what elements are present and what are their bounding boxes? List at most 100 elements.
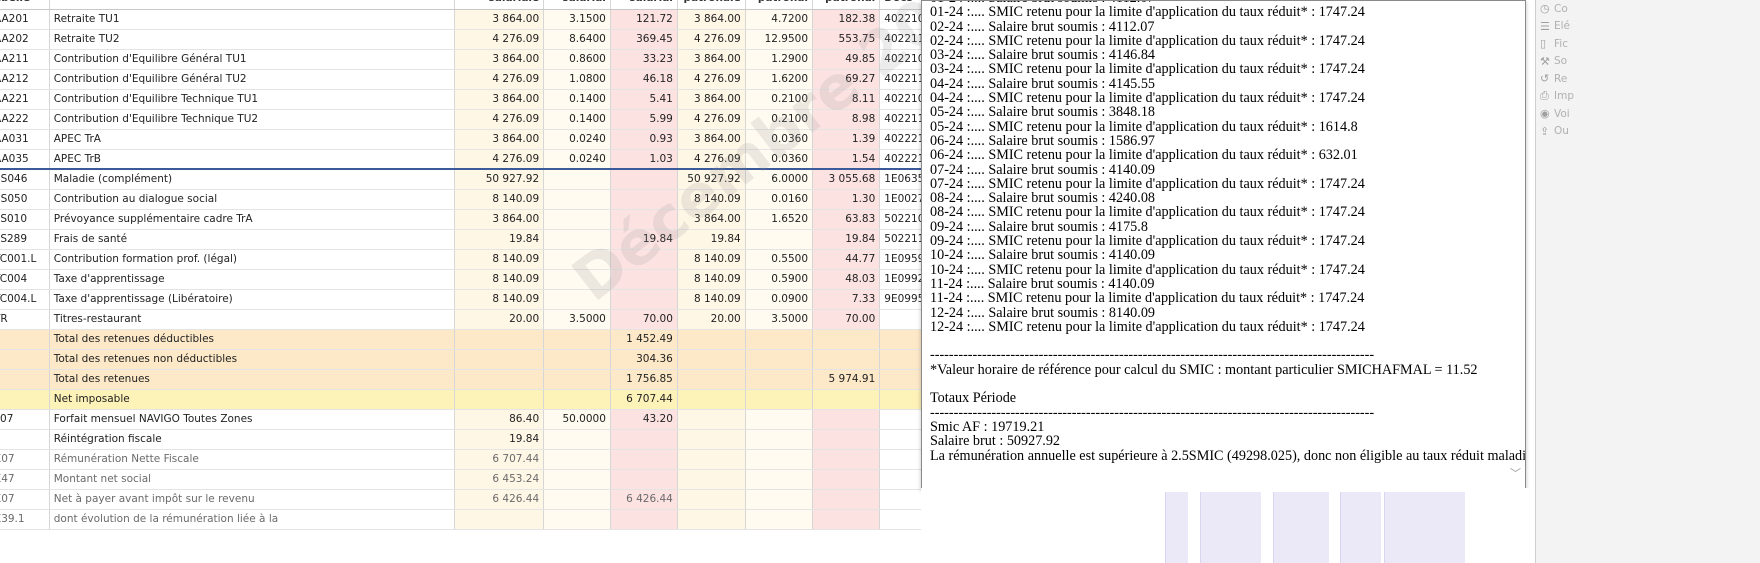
planning-cell[interactable] (1165, 492, 1188, 563)
calculation-detail-popup[interactable]: 01-24 :.... Salaire brut soumis : 4112.0… (921, 0, 1526, 490)
cell-code: X07 (0, 489, 50, 510)
table-row[interactable]: Total des retenues non déductibles 304.36 (0, 349, 1024, 370)
panel-action-item[interactable]: ⚒ So (1536, 53, 1760, 71)
table-row[interactable]: AA202Retraite TU24 276.098.6400369.454 2… (0, 29, 1024, 50)
cell-label: APEC TrA (49, 129, 455, 150)
cell-base: 8 140.09 (454, 189, 545, 210)
cell-amount (610, 509, 678, 530)
cell-amount: 1 452.49 (610, 329, 678, 350)
cell-base: 8 140.09 (454, 249, 545, 270)
table-row[interactable]: X07Net à payer avant impôt sur le revenu… (0, 489, 1024, 510)
col-header-label[interactable] (49, 0, 455, 10)
cell-rate (543, 269, 611, 290)
table-row[interactable]: AA031APEC TrA3 864.000.02400.933 864.000… (0, 129, 1024, 150)
col-header-pbase[interactable]: patronale (677, 0, 746, 10)
table-row[interactable]: PS289Frais de santé19.8419.8419.8419.845… (0, 229, 1024, 250)
cell-code (0, 389, 50, 410)
planning-cell[interactable] (1273, 492, 1329, 563)
cell-code: SS050 (0, 189, 50, 210)
table-row[interactable]: TC004.LTaxe d'apprentissage (Libératoire… (0, 289, 1024, 310)
cell-amount (610, 269, 678, 290)
panel-action-item[interactable]: ▯ Fic (1536, 35, 1760, 53)
cell-pamount: 48.03 (812, 269, 881, 290)
table-row[interactable]: Réintégration fiscale 19.84 (0, 429, 1024, 450)
table-row[interactable]: AA212Contribution d'Equilibre Général TU… (0, 69, 1024, 90)
cell-label: Total des retenues (49, 369, 455, 390)
table-row[interactable]: TC004Taxe d'apprentissage8 140.098 140.0… (0, 269, 1024, 290)
table-row[interactable]: Total des retenues déductibles 1 452.49 (0, 329, 1024, 350)
popup-scrollbar[interactable] (1509, 1, 1523, 487)
cell-amount (610, 209, 678, 230)
planning-cell[interactable] (1384, 492, 1465, 563)
table-row[interactable]: AA201Retraite TU13 864.003.1500121.723 8… (0, 9, 1024, 30)
table-row[interactable]: X07Rémunération Nette Fiscale6 707.44 (0, 449, 1024, 470)
col-header-base[interactable]: salariale (454, 0, 545, 10)
table-row[interactable]: AA221Contribution d'Equilibre Technique … (0, 89, 1024, 110)
cell-code: TC004 (0, 269, 50, 290)
popup-line: Smic AF : 19719.21 (930, 418, 1045, 435)
table-row[interactable]: AA035APEC TrB4 276.090.02401.034 276.090… (0, 149, 1024, 170)
cell-prate: 0.2100 (745, 89, 814, 110)
panel-action-item[interactable]: ☰ Elé (1536, 18, 1760, 36)
cell-pbase: 3 864.00 (677, 49, 746, 70)
table-row[interactable]: AA222Contribution d'Equilibre Technique … (0, 109, 1024, 130)
col-header-code[interactable]: libellé (0, 0, 50, 10)
cell-label: Contribution formation prof. (légal) (49, 249, 455, 270)
cell-rate: 0.8600 (543, 49, 611, 70)
panel-action-item[interactable]: ◷ Co (1536, 0, 1760, 18)
cell-pamount (812, 449, 881, 470)
table-row[interactable]: AA211Contribution d'Equilibre Général TU… (0, 49, 1024, 70)
cell-prate: 4.7200 (745, 9, 814, 30)
cell-code: AA222 (0, 109, 50, 130)
col-header-pamount[interactable]: patronal (812, 0, 881, 10)
cell-pamount: 553.75 (812, 29, 881, 50)
cell-label: Réintégration fiscale (49, 429, 455, 450)
popup-line: 12-24 :.... Salaire brut soumis : 8140.0… (930, 304, 1156, 321)
cell-label: Frais de santé (49, 229, 455, 250)
cell-base: 6 426.44 (454, 489, 545, 510)
popup-text: 01-24 :.... Salaire brut soumis : 4112.0… (930, 1, 1525, 463)
cell-rate (543, 429, 611, 450)
panel-action-item[interactable]: ⇪ Ou (1536, 123, 1760, 141)
col-header-rate[interactable]: salarial (543, 0, 611, 10)
cell-amount: 43.20 (610, 409, 678, 430)
table-row[interactable]: TC001.LContribution formation prof. (lég… (0, 249, 1024, 270)
planning-cell[interactable] (1200, 492, 1261, 563)
cell-prate: 6.0000 (745, 168, 814, 190)
cell-pamount: 1.54 (812, 149, 881, 170)
cell-pbase: 4 276.09 (677, 29, 746, 50)
table-row[interactable]: SS046Maladie (complément)50 927.9250 927… (0, 168, 1024, 190)
cell-pamount: 69.27 (812, 69, 881, 90)
cell-amount: 19.84 (610, 229, 678, 250)
col-header-prate[interactable]: patronal (745, 0, 814, 10)
planning-cell[interactable] (1340, 492, 1381, 563)
table-row[interactable]: X47Montant net social6 453.24 (0, 469, 1024, 490)
panel-action-item[interactable]: ⎙ Imp (1536, 88, 1760, 106)
table-row[interactable]: X39.1dont évolution de la rémunération l… (0, 509, 1024, 530)
cell-rate (543, 209, 611, 230)
table-row[interactable]: PS010Prévoyance supplémentaire cadre TrA… (0, 209, 1024, 230)
panel-action-item[interactable]: ◉ Voi (1536, 105, 1760, 123)
cell-pamount: 44.77 (812, 249, 881, 270)
table-row[interactable]: TRTitres-restaurant20.003.500070.0020.00… (0, 309, 1024, 330)
panel-action-item[interactable]: ↺ Re (1536, 70, 1760, 88)
cell-label: APEC TrB (49, 149, 455, 170)
table-row[interactable]: SS050Contribution au dialogue social8 14… (0, 189, 1024, 210)
cell-base: 19.84 (454, 229, 545, 250)
table-row[interactable]: Total des retenues 1 756.85 5 974.91 (0, 369, 1024, 390)
cell-pamount: 5 974.91 (812, 369, 881, 390)
cell-label: Taxe d'apprentissage (Libératoire) (49, 289, 455, 310)
cell-code: X39.1 (0, 509, 50, 530)
col-header-amount[interactable]: salarial (610, 0, 678, 10)
cell-code (0, 429, 50, 450)
cell-rate (543, 469, 611, 490)
cell-pbase: 19.84 (677, 229, 746, 250)
cell-amount: 1 756.85 (610, 369, 678, 390)
table-row[interactable]: Net imposable 6 707.44 (0, 389, 1024, 410)
cell-pamount: 8.98 (812, 109, 881, 130)
payslip-table: libellé salariale salarial salarial patr… (0, 0, 1024, 530)
table-row[interactable]: F07Forfait mensuel NAVIGO Toutes Zones86… (0, 409, 1024, 430)
chevron-down-icon[interactable]: ﹀ (1510, 465, 1521, 481)
cell-prate (745, 449, 814, 470)
cell-code: AA202 (0, 29, 50, 50)
